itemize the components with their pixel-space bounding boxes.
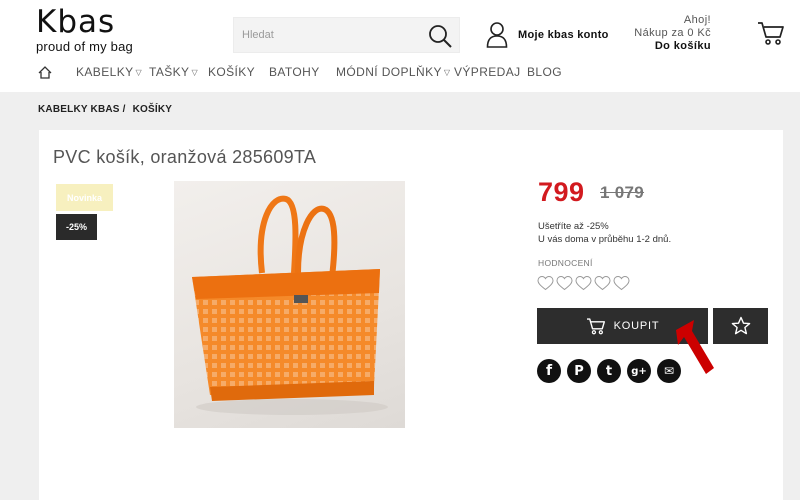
- main-nav: KABELKY ▽ TAŠKY ▽ KOŠÍKY BATOHY MÓDNÍ DOPL…: [0, 60, 800, 86]
- new-badge: Novinka: [56, 184, 113, 211]
- breadcrumb-item[interactable]: KABELKY KBAS /: [38, 104, 126, 115]
- search-icon: [429, 25, 452, 48]
- buy-button-label: KOUPIT: [613, 320, 660, 332]
- facebook-glyph: f: [545, 363, 553, 379]
- account-link[interactable]: Moje kbas konto: [486, 20, 609, 50]
- pinterest-glyph: P: [574, 363, 584, 379]
- chevron-down-icon: ▽: [191, 68, 199, 77]
- chevron-down-icon: ▽: [443, 68, 451, 77]
- breadcrumb-item[interactable]: KOŠÍKY: [133, 104, 173, 115]
- nav-label: TAŠKY: [149, 65, 190, 79]
- twitter-glyph: t: [605, 363, 613, 379]
- nav-item-kabelky[interactable]: KABELKY ▽: [76, 65, 142, 79]
- rating-hearts: [537, 275, 630, 291]
- nav-item-blog[interactable]: BLOG: [527, 65, 562, 79]
- nav-label: MÓDNÍ DOPLŇKY: [336, 65, 442, 79]
- user-icon: [486, 22, 508, 48]
- orange-basket-image: [192, 195, 388, 415]
- nav-item-vypredaj[interactable]: VÝPREDAJ: [454, 65, 521, 79]
- discount-badge: -25%: [56, 214, 97, 240]
- rating-label: HODNOCENÍ: [538, 258, 593, 268]
- heart-icon[interactable]: [594, 275, 611, 291]
- share-buttons: f P t g+ ✉: [537, 359, 681, 383]
- nav-item-batohy[interactable]: BATOHY: [269, 65, 320, 79]
- heart-icon[interactable]: [556, 275, 573, 291]
- breadcrumb: KABELKY KBAS / KOŠÍKY: [38, 104, 176, 115]
- logo-text: Kbas: [36, 4, 116, 40]
- savings-text: Ušetříte až -25%: [538, 221, 609, 232]
- googleplus-icon[interactable]: g+: [627, 359, 651, 383]
- nav-label: BATOHY: [269, 65, 320, 79]
- nav-item-modni-doplnky[interactable]: MÓDNÍ DOPLŇKY ▽: [336, 65, 450, 79]
- cart-summary: Ahoj! Nákup za 0 Kč Do košíku: [634, 14, 711, 53]
- googleplus-glyph: g+: [631, 365, 647, 377]
- search-button[interactable]: [427, 23, 453, 49]
- search-input[interactable]: [242, 18, 422, 52]
- nav-item-tasky[interactable]: TAŠKY ▽: [149, 65, 198, 79]
- facebook-icon[interactable]: f: [537, 359, 561, 383]
- delivery-text: U vás doma v průběhu 1-2 dnů.: [538, 234, 672, 245]
- cart-link[interactable]: Do košíku: [634, 40, 711, 53]
- annotation-arrow-icon: [676, 320, 714, 374]
- nav-label: BLOG: [527, 65, 562, 79]
- home-icon[interactable]: [38, 66, 52, 79]
- product-title: PVC košík, oranžová 285609TA: [53, 147, 317, 167]
- chevron-down-icon: ▽: [135, 68, 143, 77]
- pinterest-icon[interactable]: P: [567, 359, 591, 383]
- nav-item-kosiky[interactable]: KOŠÍKY: [208, 65, 255, 79]
- wishlist-button[interactable]: [713, 308, 768, 344]
- old-price: 1 079: [600, 183, 645, 202]
- cart-total: Nákup za 0 Kč: [634, 27, 711, 39]
- cart-greeting: Ahoj!: [683, 14, 711, 26]
- nav-label: KOŠÍKY: [208, 65, 256, 79]
- nav-label: KABELKY: [76, 65, 134, 79]
- nav-label: VÝPREDAJ: [454, 65, 521, 79]
- cart-icon[interactable]: [757, 20, 785, 46]
- savings-info: Ušetříte až -25% U vás doma v průběhu 1-…: [538, 220, 671, 246]
- search-box: [233, 17, 460, 53]
- product-image[interactable]: [174, 181, 405, 428]
- heart-icon[interactable]: [613, 275, 630, 291]
- logo-tagline: proud of my bag: [36, 39, 133, 54]
- heart-icon[interactable]: [537, 275, 554, 291]
- product-card: PVC košík, oranžová 285609TA Novinka -25…: [39, 130, 783, 500]
- cart-icon: [586, 318, 605, 335]
- heart-icon[interactable]: [575, 275, 592, 291]
- site-header: Kbas proud of my bag Moje kbas konto Aho…: [0, 0, 800, 92]
- logo[interactable]: Kbas proud of my bag: [36, 6, 133, 54]
- star-icon: [731, 316, 750, 335]
- twitter-icon[interactable]: t: [597, 359, 621, 383]
- price: 799: [538, 177, 585, 207]
- account-label: Moje kbas konto: [518, 29, 609, 41]
